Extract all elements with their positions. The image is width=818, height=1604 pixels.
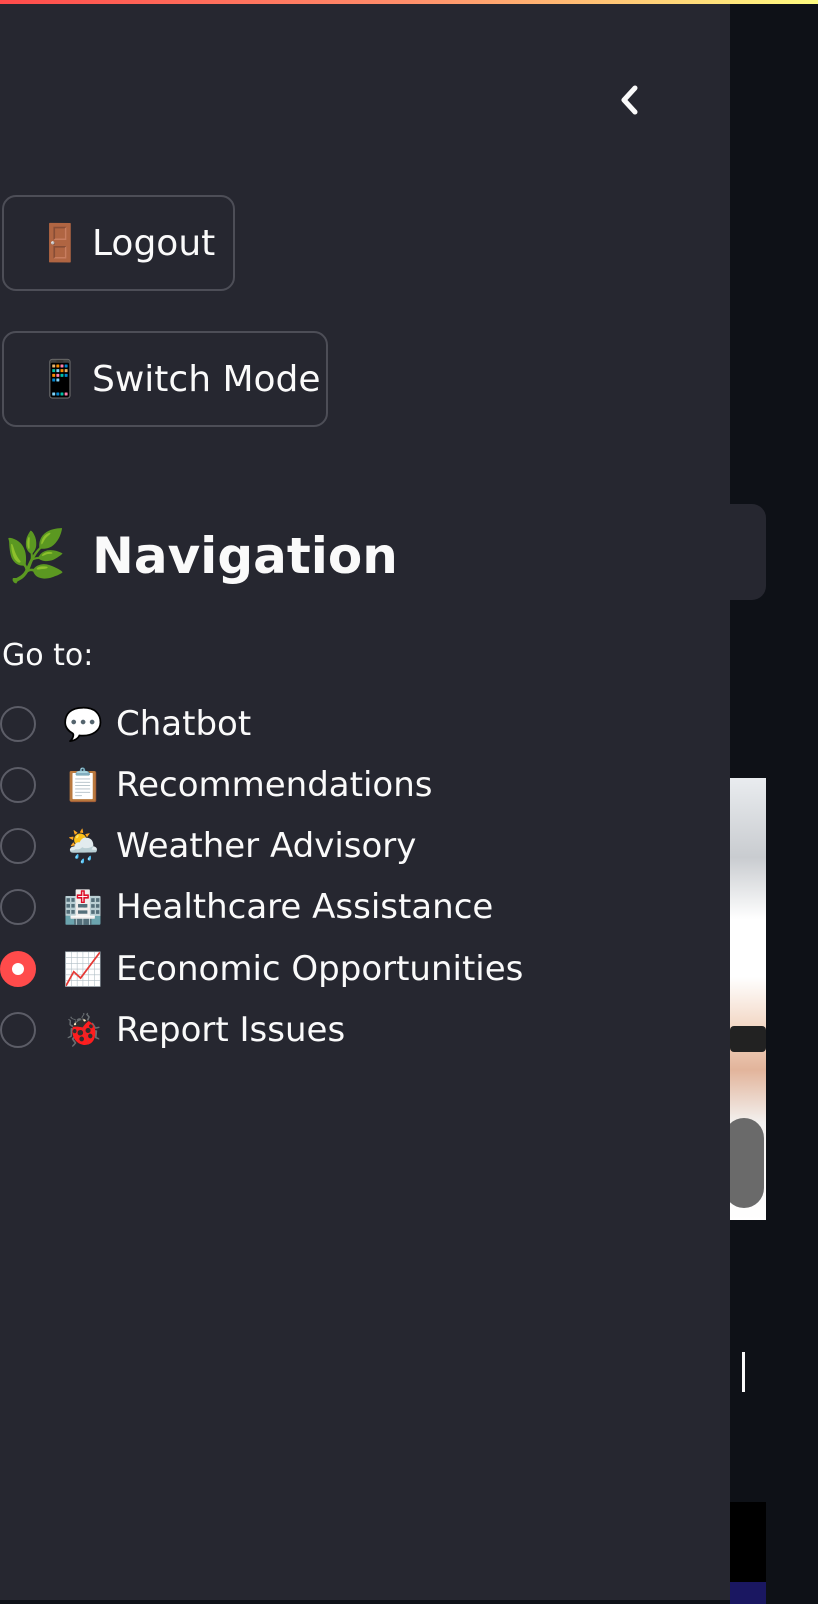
herb-icon: 🌿 xyxy=(4,526,67,585)
radio-group-label: Go to: xyxy=(2,638,94,673)
chat-input-area[interactable] xyxy=(730,1502,766,1582)
radio-option-label: Economic Opportunities xyxy=(116,949,524,989)
radio-option-label: Healthcare Assistance xyxy=(116,887,494,927)
navigation-heading: 🌿 Navigation xyxy=(4,516,398,596)
radio-button[interactable] xyxy=(0,767,36,803)
chart-increasing-icon: 📈 xyxy=(63,950,103,988)
radio-option-recommendations[interactable]: 📋 Recommendations xyxy=(0,758,432,812)
app-top-decoration-bar xyxy=(0,0,818,4)
logout-button[interactable]: 🚪 Logout xyxy=(2,195,235,291)
radio-button[interactable] xyxy=(0,1012,36,1048)
radio-option-label: Chatbot xyxy=(116,704,252,744)
door-icon: 🚪 xyxy=(37,223,83,264)
radio-button[interactable] xyxy=(0,828,36,864)
chevron-left-icon xyxy=(621,85,638,115)
navigation-heading-text: Navigation xyxy=(92,527,398,585)
radio-button[interactable] xyxy=(0,706,36,742)
speech-balloon-icon: 💬 xyxy=(63,705,103,743)
radio-option-weather-advisory[interactable]: 🌦️ Weather Advisory xyxy=(0,819,416,873)
radio-button-selected[interactable] xyxy=(0,951,36,987)
ladybug-icon: 🐞 xyxy=(63,1011,103,1049)
clipboard-icon: 📋 xyxy=(63,766,103,804)
radio-option-economic-opportunities[interactable]: 📈 Economic Opportunities xyxy=(0,942,523,996)
collapse-sidebar-button[interactable] xyxy=(610,78,650,122)
main-content-image xyxy=(730,778,766,1220)
radio-button[interactable] xyxy=(0,889,36,925)
bottom-bar xyxy=(730,1582,766,1604)
image-detail xyxy=(730,1118,764,1208)
main-content-area xyxy=(730,4,818,1604)
sidebar: 🚪 Logout 📱 Switch Mode 🌿 Navigation Go t… xyxy=(0,4,730,1600)
text-cursor xyxy=(742,1352,745,1392)
sun-rain-cloud-icon: 🌦️ xyxy=(63,827,103,865)
logout-button-label: Logout xyxy=(92,222,216,264)
image-detail xyxy=(730,1026,766,1052)
radio-option-chatbot[interactable]: 💬 Chatbot xyxy=(0,697,251,751)
main-content-card xyxy=(730,504,766,600)
radio-option-label: Weather Advisory xyxy=(116,826,417,866)
switch-mode-button-label: Switch Mode xyxy=(92,358,321,400)
radio-option-label: Report Issues xyxy=(116,1010,346,1050)
hospital-icon: 🏥 xyxy=(63,888,103,926)
radio-option-healthcare-assistance[interactable]: 🏥 Healthcare Assistance xyxy=(0,880,493,934)
mobile-phone-icon: 📱 xyxy=(37,359,83,400)
switch-mode-button[interactable]: 📱 Switch Mode xyxy=(2,331,328,427)
radio-option-label: Recommendations xyxy=(116,765,433,805)
radio-option-report-issues[interactable]: 🐞 Report Issues xyxy=(0,1003,345,1057)
